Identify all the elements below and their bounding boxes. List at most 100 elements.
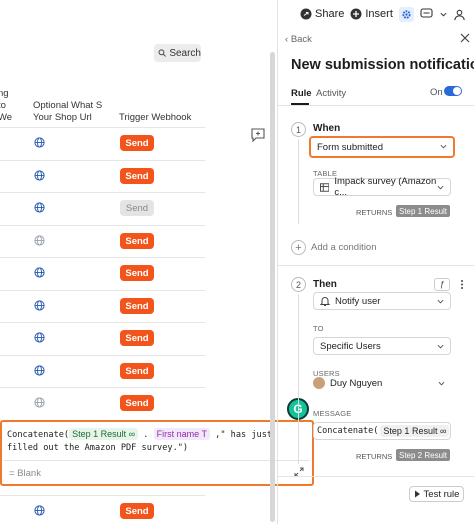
toolbar: Share Insert [300,0,474,28]
globe-icon[interactable] [34,202,45,213]
add-comment-icon[interactable] [250,128,266,142]
recipient-type-select[interactable]: Specific Users [313,337,451,355]
formula-text[interactable]: Concatenate(Step 1 Result ∞ . First name… [7,428,307,455]
returns-label: RETURNS [356,208,393,217]
first-name-pill[interactable]: First name T [153,428,210,440]
column-header-shop-url[interactable]: Optional What S Your Shop Url [33,100,118,124]
message-label: MESSAGE [313,409,352,418]
tab-activity[interactable]: Activity [316,88,346,99]
close-icon[interactable] [460,33,470,43]
step-1-result-pill[interactable]: Step 1 Result ∞ [69,428,139,440]
formula-toggle-button[interactable]: ƒ [434,278,450,291]
rule-panel: ‹ Back New submission notification Rule … [278,28,474,524]
scrollbar[interactable] [270,52,275,522]
table-row: Send [0,495,205,524]
chevron-down-icon [438,381,445,385]
user-name: Duy Nguyen [330,377,383,389]
back-link[interactable]: ‹ Back [285,34,312,45]
returns-badge: Step 2 Result [396,449,451,461]
search-icon [158,49,166,57]
send-button[interactable]: Send [120,168,154,184]
gear-icon [402,9,411,19]
search-button[interactable]: Search [154,44,201,62]
formula-result-preview: = Blank [9,468,41,479]
table-row: Send [0,290,205,323]
bell-icon [320,297,330,306]
globe-icon[interactable] [34,397,45,408]
send-button[interactable]: Send [120,298,154,314]
message-formula-field[interactable]: Concatenate( Step 1 Result ∞ [313,422,451,440]
comments-icon[interactable] [420,8,434,20]
step-connector [298,139,299,224]
chevron-down-icon[interactable] [440,11,447,18]
insert-icon [350,8,362,20]
tabs-divider [278,105,474,106]
step-number: 1 [291,122,306,137]
trigger-select[interactable]: Form submitted [309,136,455,158]
user-icon[interactable] [453,8,466,21]
table-row: Send [0,355,205,388]
send-button[interactable]: Send [120,395,154,411]
table-row: Send [0,160,205,193]
column-header-trigger-webhook[interactable]: Trigger Webhook [119,112,199,124]
share-button[interactable]: Share [300,8,344,20]
chevron-down-icon [437,299,444,304]
rule-on-label: On [430,87,443,98]
globe-icon[interactable] [34,170,45,181]
test-rule-button[interactable]: Test rule [409,486,464,502]
step-1-result-pill[interactable]: Step 1 Result ∞ [380,425,450,437]
table-row: Send [0,387,205,420]
table-row: Send [0,225,205,258]
send-button[interactable]: Send [120,330,154,346]
avatar [313,377,325,389]
chevron-down-icon [440,144,447,149]
table-row: Send [0,192,205,225]
send-button[interactable]: Send [120,265,154,281]
returns-label: RETURNS [356,452,393,461]
globe-icon[interactable] [34,505,45,516]
table-select[interactable]: Impack survey (Amazon c... [313,176,451,198]
globe-icon[interactable] [34,332,45,343]
user-select[interactable]: Duy Nguyen [313,377,451,389]
column-header-a[interactable]: ng to We [0,88,18,124]
insert-label: Insert [365,8,393,20]
insert-button[interactable]: Insert [350,8,393,20]
chevron-down-icon [437,344,444,349]
send-button-disabled: Send [120,200,154,216]
formula-divider [4,460,310,461]
then-heading: Then [313,279,337,290]
returns-badge: Step 1 Result [396,205,451,217]
settings-button[interactable] [398,6,414,22]
play-icon [414,490,420,498]
action-select[interactable]: Notify user [313,292,451,310]
send-button[interactable]: Send [120,135,154,151]
section-divider [278,476,474,477]
globe-icon[interactable] [34,235,45,246]
formula-editor[interactable]: Concatenate(Step 1 Result ∞ . First name… [0,420,314,486]
globe-icon[interactable] [34,365,45,376]
rule-enabled-toggle[interactable] [444,86,462,96]
page-title: New submission notification [291,57,474,73]
send-button[interactable]: Send [120,503,154,519]
section-divider [278,265,474,266]
search-label: Search [169,47,201,59]
globe-icon[interactable] [34,300,45,311]
send-button[interactable]: Send [120,363,154,379]
plus-icon: + [291,240,306,255]
globe-icon[interactable] [34,267,45,278]
add-condition-button[interactable]: + Add a condition [291,240,377,255]
table-row: Send [0,127,205,160]
table-row: Send [0,322,205,355]
more-icon[interactable] [456,278,468,291]
step-number: 2 [291,277,306,292]
tab-rule[interactable]: Rule [291,88,312,99]
step-connector [298,294,299,464]
globe-icon[interactable] [34,137,45,148]
share-icon [300,8,312,20]
when-heading: When [313,123,341,134]
send-button[interactable]: Send [120,233,154,249]
to-label: TO [313,324,324,333]
table-row: Send [0,257,205,290]
chevron-down-icon [437,185,444,190]
share-label: Share [315,8,345,20]
